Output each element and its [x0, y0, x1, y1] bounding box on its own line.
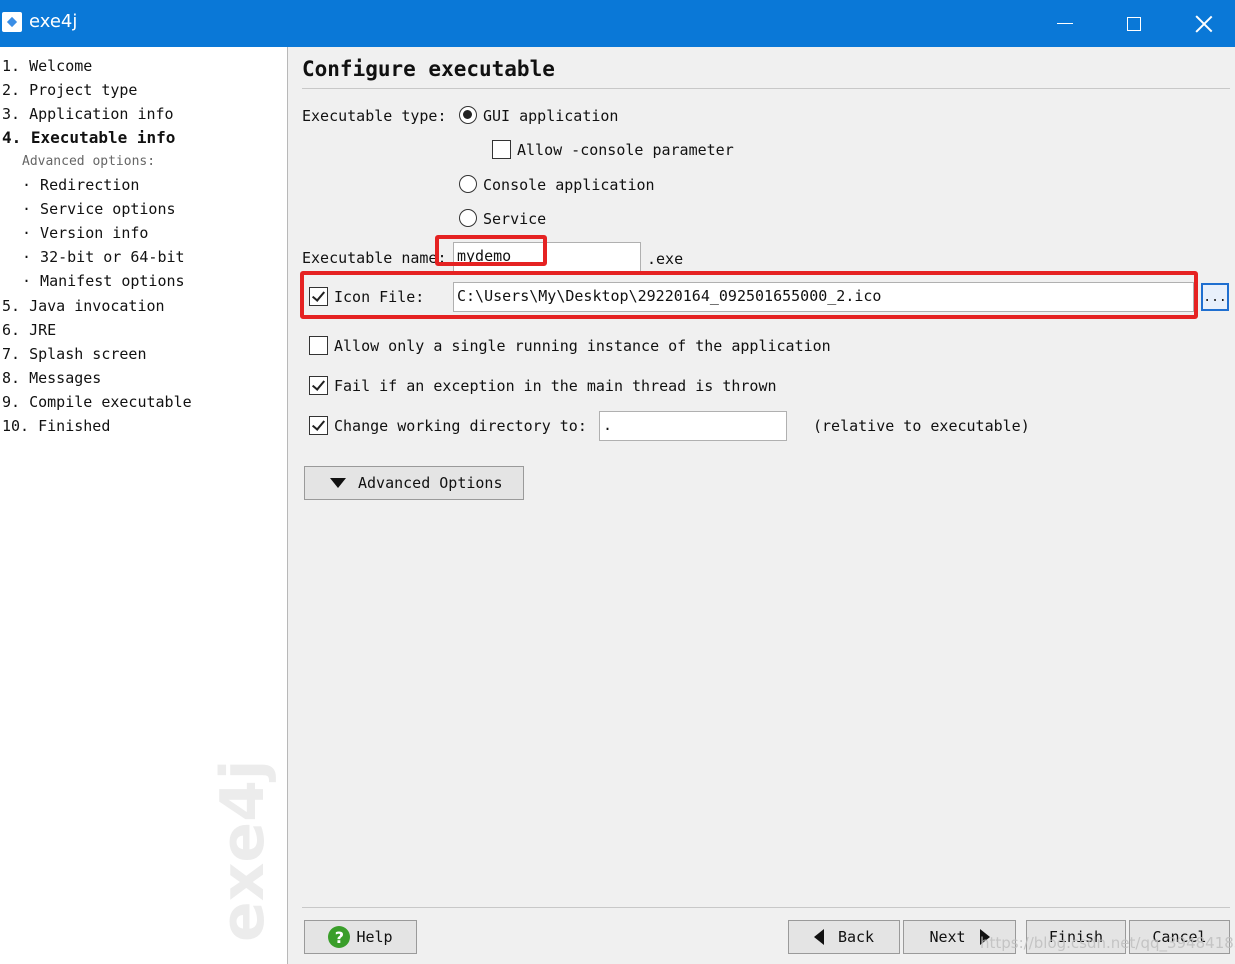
- maximize-icon: [1127, 16, 1141, 31]
- single-instance-checkbox[interactable]: [309, 336, 328, 355]
- console-application-radio[interactable]: [459, 175, 477, 193]
- allow-console-checkbox[interactable]: [492, 140, 511, 159]
- minimize-icon: [1057, 22, 1073, 25]
- main-panel: Configure executable Executable type: GU…: [288, 47, 1235, 964]
- next-label: Next: [929, 928, 966, 946]
- page-title: Configure executable: [302, 57, 555, 81]
- step-splash-screen[interactable]: 7. Splash screen: [2, 344, 147, 364]
- working-dir-input[interactable]: .: [599, 411, 787, 441]
- gui-application-label[interactable]: GUI application: [483, 107, 618, 125]
- service-label[interactable]: Service: [483, 210, 546, 228]
- change-working-dir-label[interactable]: Change working directory to:: [334, 417, 587, 435]
- step-version-info[interactable]: · Version info: [22, 224, 148, 242]
- step-executable-info[interactable]: 4. Executable info: [2, 128, 175, 148]
- step-compile-executable[interactable]: 9. Compile executable: [2, 392, 192, 412]
- maximize-button[interactable]: [1099, 0, 1169, 47]
- triangle-left-icon: [813, 929, 824, 945]
- browse-icon-file-button[interactable]: ...: [1201, 283, 1229, 311]
- wizard-steps-sidebar: 1. Welcome 2. Project type 3. Applicatio…: [0, 47, 288, 964]
- close-icon: [1195, 15, 1213, 33]
- name-highlight-box: [435, 235, 547, 266]
- exe4j-watermark-logo: exe4j: [208, 759, 278, 942]
- step-redirection[interactable]: · Redirection: [22, 176, 139, 194]
- advanced-options-button[interactable]: Advanced Options: [304, 466, 524, 500]
- step-service-options[interactable]: · Service options: [22, 200, 176, 218]
- help-question-icon: ?: [328, 926, 351, 948]
- service-radio[interactable]: [459, 209, 477, 227]
- executable-type-label: Executable type:: [302, 107, 447, 125]
- exe4j-app-icon: [2, 12, 22, 32]
- close-button[interactable]: [1169, 0, 1235, 47]
- executable-name-label: Executable name:: [302, 249, 447, 267]
- console-application-label[interactable]: Console application: [483, 176, 655, 194]
- step-manifest-options[interactable]: · Manifest options: [22, 272, 185, 290]
- title-divider: [302, 88, 1230, 89]
- single-instance-label[interactable]: Allow only a single running instance of …: [334, 337, 831, 355]
- advanced-options-heading: Advanced options:: [22, 154, 156, 169]
- help-button[interactable]: ? Help: [304, 920, 417, 954]
- gui-application-radio[interactable]: [459, 106, 477, 124]
- triangle-down-icon: [330, 478, 346, 488]
- step-jre[interactable]: 6. JRE: [2, 320, 56, 340]
- step-project-type[interactable]: 2. Project type: [2, 80, 137, 100]
- step-welcome[interactable]: 1. Welcome: [2, 56, 92, 76]
- step-messages[interactable]: 8. Messages: [2, 368, 101, 388]
- help-label: Help: [356, 928, 393, 946]
- title-bar: exe4j: [0, 0, 1235, 47]
- step-32-64-bit[interactable]: · 32-bit or 64-bit: [22, 248, 185, 266]
- fail-exception-label[interactable]: Fail if an exception in the main thread …: [334, 377, 777, 395]
- back-button[interactable]: Back: [788, 920, 900, 954]
- step-java-invocation[interactable]: 5. Java invocation: [2, 296, 165, 316]
- window-title: exe4j: [29, 11, 78, 32]
- relative-hint-label: (relative to executable): [813, 417, 1030, 435]
- icon-file-highlight-box: [300, 271, 1198, 319]
- blog-url-watermark: https://blog.csdn.net/qq_39484185: [980, 934, 1235, 952]
- allow-console-label[interactable]: Allow -console parameter: [517, 141, 734, 159]
- advanced-options-label: Advanced Options: [358, 474, 503, 492]
- fail-exception-checkbox[interactable]: [309, 376, 328, 395]
- footer-divider: [302, 907, 1230, 908]
- step-application-info[interactable]: 3. Application info: [2, 104, 174, 124]
- exe-suffix-label: .exe: [647, 250, 684, 268]
- minimize-button[interactable]: [1030, 0, 1100, 47]
- step-finished[interactable]: 10. Finished: [2, 416, 110, 436]
- back-label: Back: [837, 928, 875, 946]
- change-working-dir-checkbox[interactable]: [309, 416, 328, 435]
